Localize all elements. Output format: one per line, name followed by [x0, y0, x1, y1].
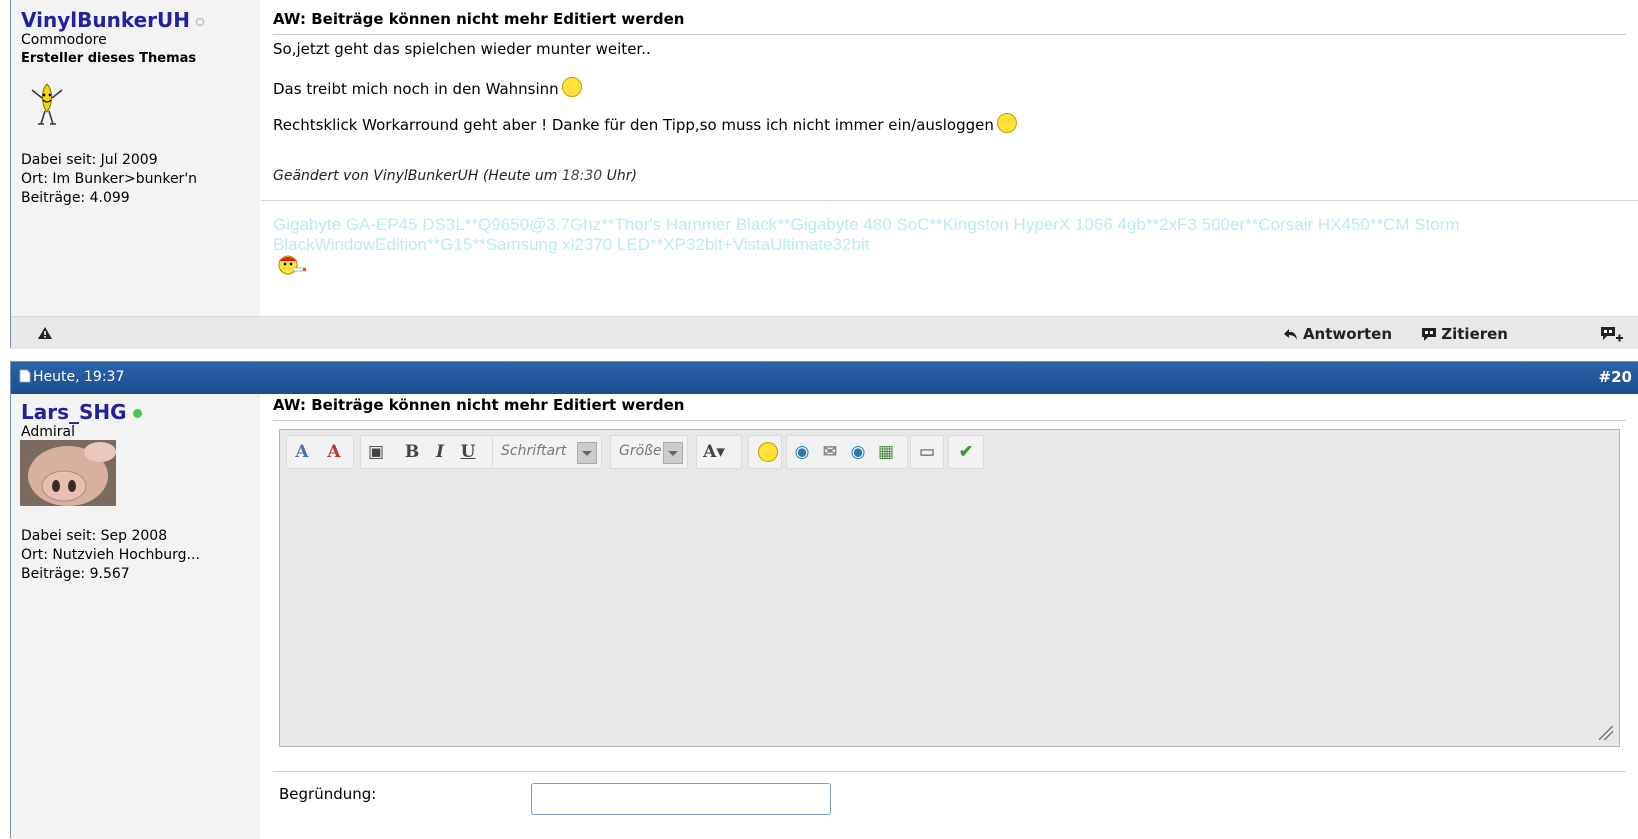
post-line-3: Rechtsklick Workarround geht aber ! Dank… — [273, 113, 1017, 134]
chevron-down-icon — [577, 442, 597, 464]
resize-handle-icon[interactable] — [1599, 726, 1613, 740]
user-info-panel: Lars_SHG Admiral Dabei seit: Sep 2008 Or… — [11, 394, 260, 839]
post-content: AW: Beiträge können nicht mehr Editiert … — [261, 0, 1638, 316]
user-signature: Gigabyte GA-EP45 DS3L**Q9650@3.7Ghz**Tho… — [273, 215, 1460, 254]
toolbar-group-color: A▾ — [696, 435, 742, 469]
document-icon — [19, 369, 31, 383]
toolbar-group-text: ▣ B I U — [360, 435, 506, 469]
post-line-3-text: Rechtsklick Workarround geht aber ! Dank… — [273, 116, 994, 134]
online-status-icon — [132, 409, 142, 418]
edited-note: Geändert von VinylBunkerUH (Heute um 18:… — [273, 168, 637, 184]
quote-button[interactable]: Zitieren — [1421, 325, 1508, 343]
user-location: Ort: Im Bunker>bunker'n — [21, 171, 198, 187]
reply-label: Antworten — [1302, 325, 1392, 343]
multi-quote-add-icon[interactable] — [1600, 325, 1624, 343]
toolbar-group-spell: ✔ — [948, 435, 984, 469]
post-date-text: Heute, 19:37 — [33, 369, 125, 385]
toolbar-group-smilies — [748, 435, 782, 469]
font-size-placeholder: Größe — [619, 443, 662, 459]
toolbar-group-insert: ◉ ✉ ◉ ▦ — [786, 435, 908, 469]
reason-label: Begründung: — [279, 785, 377, 803]
quick-edit-editor: A A ▣ B I U Schriftart Größe A▾ ◉ ✉ ◉ ▦ … — [279, 429, 1620, 747]
insert-email-icon[interactable]: ✉ — [819, 442, 841, 462]
bold-button[interactable]: B — [401, 442, 423, 462]
remove-format-icon[interactable]: A — [323, 442, 345, 462]
post-20: Heute, 19:37 #20 Lars_SHG Admiral Dabei … — [10, 361, 1638, 839]
underline-button[interactable]: U — [457, 442, 479, 462]
username-text: Lars_SHG — [21, 400, 127, 424]
user-post-count: Beiträge: 9.567 — [21, 566, 130, 582]
report-warning-icon[interactable] — [37, 326, 53, 340]
post-19: VinylBunkerUH Commodore Ersteller dieses… — [10, 0, 1638, 349]
user-joined: Dabei seit: Jul 2009 — [21, 152, 158, 168]
reason-input[interactable] — [531, 783, 831, 815]
insert-image-icon[interactable]: ▦ — [875, 442, 897, 462]
post-footer: Antworten Zitieren — [11, 316, 1638, 349]
italic-button[interactable]: I — [429, 442, 451, 462]
signature-divider — [261, 200, 1638, 201]
font-size-select[interactable]: Größe — [610, 435, 688, 469]
unlink-icon[interactable]: ◉ — [847, 442, 869, 462]
username-text: VinylBunkerUH — [21, 8, 191, 32]
spellcheck-icon[interactable]: ✔ — [955, 442, 977, 462]
post-content: AW: Beiträge können nicht mehr Editiert … — [261, 394, 1638, 839]
user-rank: Commodore — [21, 32, 107, 48]
pig-snout-avatar — [20, 440, 116, 506]
username-link[interactable]: VinylBunkerUH — [21, 8, 205, 32]
post-title: AW: Beiträge können nicht mehr Editiert … — [273, 396, 1626, 421]
user-rank: Admiral — [21, 424, 75, 440]
text-color-icon[interactable]: A▾ — [703, 442, 725, 462]
username-link[interactable]: Lars_SHG — [21, 400, 142, 424]
font-style-icon[interactable]: A — [291, 442, 313, 462]
smilies-icon[interactable] — [758, 442, 778, 462]
chevron-down-icon — [663, 442, 683, 464]
quote-label: Zitieren — [1441, 325, 1508, 343]
edited-suffix: Uhr) — [602, 168, 637, 184]
post-header-bar: Heute, 19:37 #20 — [11, 362, 1638, 394]
smoking-smiley-icon — [278, 255, 306, 275]
post-line-1: So,jetzt geht das spielchen wieder munte… — [273, 40, 651, 58]
reply-button[interactable]: Antworten — [1283, 325, 1392, 343]
thread-starter-label: Ersteller dieses Themas — [21, 51, 197, 66]
toolbar-group-format: A A — [286, 435, 354, 469]
font-family-placeholder: Schriftart — [501, 443, 567, 459]
edited-prefix: Geändert von VinylBunkerUH (Heute um — [273, 168, 562, 184]
edited-time: 18:30 — [561, 168, 603, 184]
user-info-panel: VinylBunkerUH Commodore Ersteller dieses… — [11, 0, 260, 316]
offline-status-icon — [196, 17, 205, 26]
post-title: AW: Beiträge können nicht mehr Editiert … — [273, 10, 1626, 35]
post-number-link[interactable]: #20 — [1599, 368, 1632, 386]
quote-bubble-icon — [1422, 328, 1437, 341]
toolbar-group-quote: ▭ — [910, 435, 944, 469]
font-family-select[interactable]: Schriftart — [492, 435, 602, 469]
user-location: Ort: Nutzvieh Hochburg... — [21, 547, 200, 563]
user-post-count: Beiträge: 4.099 — [21, 190, 130, 206]
smile-smiley-icon — [996, 113, 1017, 133]
dancing-banana-avatar-icon — [31, 83, 63, 125]
post-line-2: Das treibt mich noch in den Wahnsinn — [273, 77, 582, 98]
paste-icon[interactable]: ▣ — [365, 442, 387, 462]
reply-arrow-icon — [1283, 329, 1297, 340]
post-line-2-text: Das treibt mich noch in den Wahnsinn — [273, 80, 559, 98]
reason-divider — [273, 771, 1626, 772]
user-joined: Dabei seit: Sep 2008 — [21, 528, 168, 544]
post-date: Heute, 19:37 — [19, 369, 124, 385]
insert-quote-icon[interactable]: ▭ — [916, 442, 938, 462]
eyeroll-smiley-icon — [561, 77, 582, 97]
insert-link-icon[interactable]: ◉ — [791, 442, 813, 462]
